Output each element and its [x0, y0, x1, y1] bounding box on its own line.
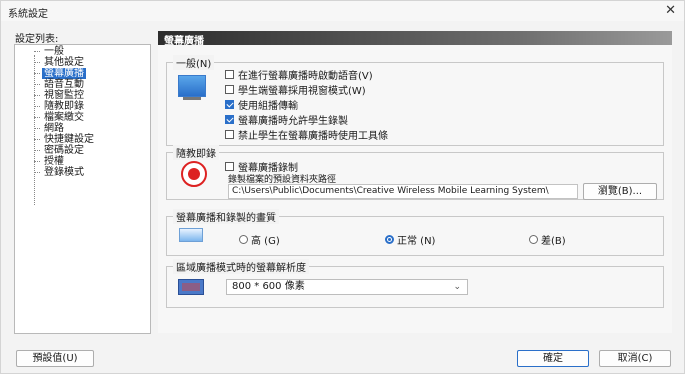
sidebar-item-voice[interactable]: 語音互動 — [42, 79, 86, 90]
sidebar-item-hotkeys[interactable]: 快捷鍵設定 — [42, 134, 96, 145]
option-label: 學生端螢幕採用視窗模式(W) — [238, 86, 366, 97]
option-allow-student-record[interactable]: 螢幕廣播時允許學生錄製 — [225, 112, 348, 127]
sidebar-item-window-monitor[interactable]: 視窗監控 — [42, 90, 86, 101]
settings-window: 系統設定 ✕ 設定列表: 一般 其他設定 螢幕廣播 語音互動 視窗監控 隨教即錄… — [0, 0, 685, 374]
checkbox[interactable] — [225, 162, 234, 171]
resolution-icon — [178, 279, 204, 295]
tree-tick — [34, 84, 40, 85]
quality-group-title: 螢幕廣播和錄製的畫質 — [173, 209, 279, 224]
sidebar-item-login-mode[interactable]: 登錄模式 — [42, 167, 86, 178]
record-path-field[interactable]: C:\Users\Public\Documents\Creative Wirel… — [228, 184, 578, 199]
option-voice-on-broadcast[interactable]: 在進行螢幕廣播時啟動語音(V) — [225, 67, 373, 82]
checkbox-checked[interactable] — [225, 115, 234, 124]
radio-label: 差(B) — [541, 236, 566, 247]
sidebar-item-license[interactable]: 授權 — [42, 156, 66, 167]
ok-button[interactable]: 確定 — [517, 350, 589, 367]
option-label: 螢幕廣播時允許學生錄製 — [238, 116, 348, 127]
sidebar-item-general[interactable]: 一般 — [42, 46, 66, 57]
tree-connector — [34, 55, 36, 205]
panel-title: 螢幕廣播 — [164, 36, 204, 47]
resolution-select[interactable]: 800 * 600 像素 ⌄ — [226, 279, 468, 295]
checkbox-checked[interactable] — [225, 100, 234, 109]
defaults-button[interactable]: 預設值(U) — [16, 350, 94, 367]
browse-button[interactable]: 瀏覽(B)... — [583, 183, 657, 200]
resolution-group: 區域廣播模式時的螢幕解析度 800 * 600 像素 ⌄ — [166, 259, 664, 308]
sidebar-item-screen-broadcast[interactable]: 螢幕廣播 — [42, 68, 86, 79]
sidebar-item-recording[interactable]: 隨教即錄 — [42, 101, 86, 112]
resolution-group-title: 區域廣播模式時的螢幕解析度 — [173, 259, 309, 274]
title-bar: 系統設定 ✕ — [1, 1, 684, 21]
resolution-value: 800 * 600 像素 — [232, 281, 305, 292]
option-label: 使用組播傳輸 — [238, 101, 298, 112]
general-group-title: 一般(N) — [173, 55, 215, 70]
option-label: 在進行螢幕廣播時啟動語音(V) — [238, 71, 373, 82]
quality-low-radio[interactable]: 差(B) — [529, 232, 566, 247]
tree-tick — [34, 139, 40, 140]
monitor-icon — [178, 75, 206, 100]
recording-group: 隨教即錄 螢幕廣播錄制 錄製檔案的預設資料夾路徑 C:\Users\Public… — [166, 145, 664, 200]
recording-group-title: 隨教即錄 — [173, 145, 219, 160]
option-label: 禁止學生在螢幕廣播時使用工具條 — [238, 131, 388, 142]
chevron-down-icon: ⌄ — [453, 282, 461, 292]
tree-tick — [34, 62, 40, 63]
cancel-button[interactable]: 取消(C) — [599, 350, 671, 367]
close-icon[interactable]: ✕ — [665, 3, 676, 18]
quality-normal-radio[interactable]: 正常 (N) — [385, 232, 435, 247]
option-block-toolbar[interactable]: 禁止學生在螢幕廣播時使用工具條 — [225, 127, 388, 142]
settings-list-label: 設定列表: — [15, 34, 59, 45]
quality-group: 螢幕廣播和錄製的畫質 高 (G) 正常 (N) 差(B) — [166, 209, 664, 256]
radio-button-selected[interactable] — [385, 235, 394, 244]
tree-tick — [34, 51, 40, 52]
tree-tick — [34, 172, 40, 173]
option-multicast[interactable]: 使用組播傳輸 — [225, 97, 298, 112]
sidebar-item-network[interactable]: 網路 — [42, 123, 66, 134]
tree-tick — [34, 117, 40, 118]
record-icon — [181, 161, 207, 187]
panel-header: 螢幕廣播 — [158, 31, 672, 47]
radio-label: 正常 (N) — [397, 236, 436, 247]
radio-button[interactable] — [529, 235, 538, 244]
tree-tick — [34, 95, 40, 96]
sidebar-item-password[interactable]: 密碼設定 — [42, 145, 86, 156]
tree-tick — [34, 128, 40, 129]
tree-tick — [34, 73, 40, 74]
option-window-mode[interactable]: 學生端螢幕採用視窗模式(W) — [225, 82, 366, 97]
settings-tree: 一般 其他設定 螢幕廣播 語音互動 視窗監控 隨教即錄 檔案繳交 網路 快捷鍵設… — [14, 44, 151, 334]
general-group: 一般(N) 在進行螢幕廣播時啟動語音(V) 學生端螢幕採用視窗模式(W) 使用組… — [166, 55, 664, 146]
quality-icon — [179, 228, 203, 242]
tree-tick — [34, 106, 40, 107]
settings-panel: 螢幕廣播 一般(N) 在進行螢幕廣播時啟動語音(V) 學生端螢幕採用視窗模式(W… — [158, 31, 672, 333]
tree-tick — [34, 150, 40, 151]
checkbox[interactable] — [225, 85, 234, 94]
radio-button[interactable] — [239, 235, 248, 244]
checkbox[interactable] — [225, 70, 234, 79]
quality-high-radio[interactable]: 高 (G) — [239, 232, 280, 247]
checkbox[interactable] — [225, 130, 234, 139]
tree-tick — [34, 161, 40, 162]
sidebar-item-file-submit[interactable]: 檔案繳交 — [42, 112, 86, 123]
window-title: 系統設定 — [8, 9, 48, 20]
sidebar-item-other[interactable]: 其他設定 — [42, 57, 86, 68]
radio-label: 高 (G) — [251, 236, 280, 247]
